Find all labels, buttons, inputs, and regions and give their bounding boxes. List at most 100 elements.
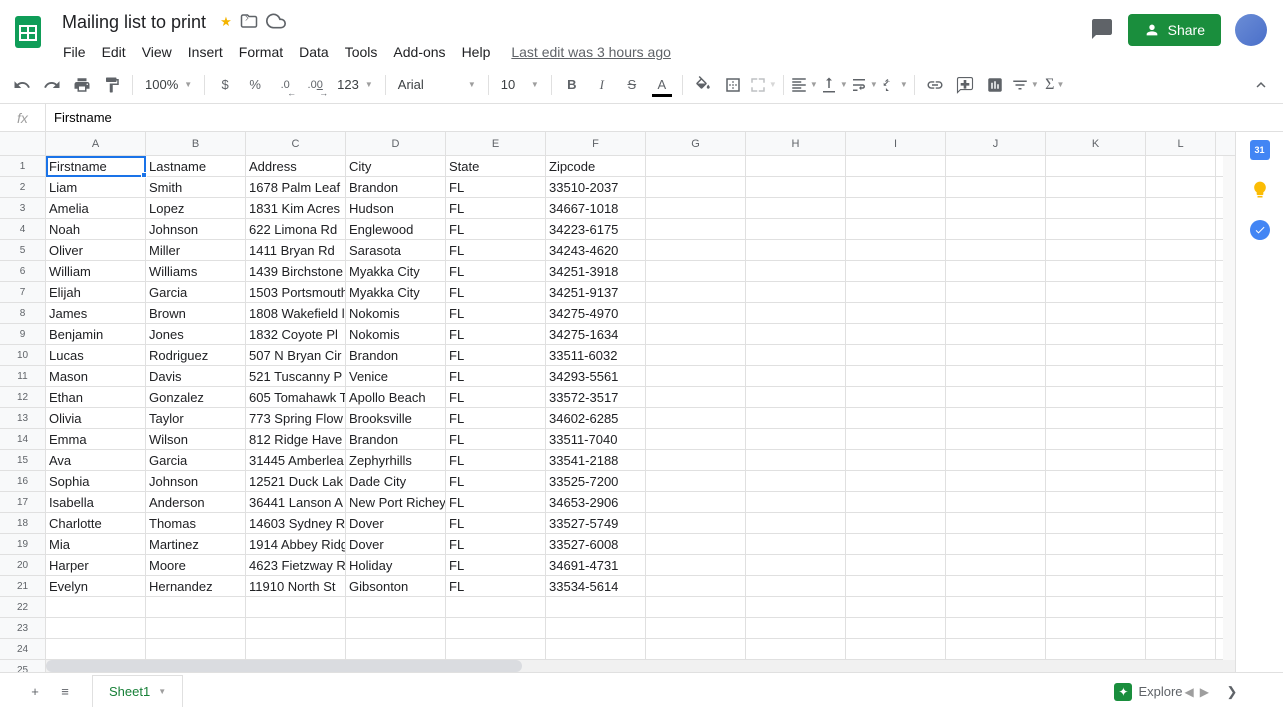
cell[interactable]: Johnson bbox=[146, 219, 246, 239]
cell[interactable]: Charlotte bbox=[46, 513, 146, 533]
cell[interactable]: 33534-5614 bbox=[546, 576, 646, 596]
cell[interactable] bbox=[846, 198, 946, 218]
undo-button[interactable] bbox=[8, 71, 36, 99]
cell[interactable] bbox=[1146, 387, 1216, 407]
cell[interactable]: Englewood bbox=[346, 219, 446, 239]
cell[interactable] bbox=[1146, 261, 1216, 281]
cell[interactable]: 812 Ridge Have bbox=[246, 429, 346, 449]
row-header[interactable]: 3 bbox=[0, 198, 45, 219]
cell[interactable]: 521 Tuscanny P bbox=[246, 366, 346, 386]
cell[interactable]: Oliver bbox=[46, 240, 146, 260]
cell[interactable] bbox=[546, 618, 646, 638]
cell[interactable] bbox=[1146, 177, 1216, 197]
keep-icon[interactable] bbox=[1250, 180, 1270, 200]
cell[interactable] bbox=[646, 597, 746, 617]
row-header[interactable]: 21 bbox=[0, 576, 45, 597]
cell[interactable] bbox=[846, 387, 946, 407]
cell[interactable] bbox=[846, 156, 946, 176]
row-header[interactable]: 8 bbox=[0, 303, 45, 324]
cell[interactable] bbox=[646, 576, 746, 596]
cell[interactable] bbox=[746, 282, 846, 302]
cell[interactable] bbox=[1046, 366, 1146, 386]
cell[interactable]: Brooksville bbox=[346, 408, 446, 428]
sheet-tab-1[interactable]: Sheet1▼ bbox=[92, 675, 183, 707]
cell[interactable]: 34667-1018 bbox=[546, 198, 646, 218]
font-size-dropdown[interactable]: 10▼ bbox=[495, 72, 545, 98]
cell[interactable] bbox=[646, 261, 746, 281]
cell[interactable] bbox=[946, 492, 1046, 512]
borders-button[interactable] bbox=[719, 71, 747, 99]
vertical-scrollbar[interactable] bbox=[1223, 156, 1235, 660]
cell[interactable]: Address bbox=[246, 156, 346, 176]
cell[interactable] bbox=[846, 345, 946, 365]
menu-insert[interactable]: Insert bbox=[181, 40, 230, 64]
cell[interactable] bbox=[946, 408, 1046, 428]
cell[interactable] bbox=[746, 240, 846, 260]
column-header-C[interactable]: C bbox=[246, 132, 346, 155]
cell[interactable] bbox=[1146, 429, 1216, 449]
cell[interactable]: Lucas bbox=[46, 345, 146, 365]
cell[interactable] bbox=[1146, 450, 1216, 470]
cell[interactable]: Moore bbox=[146, 555, 246, 575]
cell[interactable] bbox=[946, 282, 1046, 302]
cell[interactable] bbox=[1046, 618, 1146, 638]
cell[interactable] bbox=[646, 408, 746, 428]
cell[interactable] bbox=[1046, 597, 1146, 617]
cell[interactable] bbox=[1146, 345, 1216, 365]
cell[interactable]: 34275-4970 bbox=[546, 303, 646, 323]
cell[interactable] bbox=[946, 177, 1046, 197]
cell[interactable] bbox=[946, 303, 1046, 323]
cell[interactable] bbox=[746, 156, 846, 176]
cell[interactable] bbox=[746, 513, 846, 533]
column-header-B[interactable]: B bbox=[146, 132, 246, 155]
cell[interactable]: 1808 Wakefield l bbox=[246, 303, 346, 323]
cell[interactable] bbox=[846, 219, 946, 239]
cell[interactable]: 34251-9137 bbox=[546, 282, 646, 302]
functions-button[interactable]: Σ▼ bbox=[1041, 71, 1069, 99]
insert-comment-button[interactable] bbox=[951, 71, 979, 99]
cell[interactable]: Miller bbox=[146, 240, 246, 260]
calendar-icon[interactable]: 31 bbox=[1250, 140, 1270, 160]
cell[interactable]: Lastname bbox=[146, 156, 246, 176]
row-header[interactable]: 16 bbox=[0, 471, 45, 492]
cell[interactable] bbox=[1146, 513, 1216, 533]
cell[interactable] bbox=[746, 492, 846, 512]
row-header[interactable]: 5 bbox=[0, 240, 45, 261]
cell[interactable] bbox=[1146, 408, 1216, 428]
cell[interactable]: FL bbox=[446, 324, 546, 344]
cell[interactable] bbox=[846, 471, 946, 491]
cell[interactable]: Ethan bbox=[46, 387, 146, 407]
cell[interactable] bbox=[746, 303, 846, 323]
cell[interactable] bbox=[846, 492, 946, 512]
cell[interactable] bbox=[646, 639, 746, 659]
menu-edit[interactable]: Edit bbox=[95, 40, 133, 64]
cell[interactable]: Williams bbox=[146, 261, 246, 281]
cell[interactable]: 1914 Abbey Ridg bbox=[246, 534, 346, 554]
cell[interactable]: Gibsonton bbox=[346, 576, 446, 596]
cell[interactable] bbox=[446, 639, 546, 659]
menu-view[interactable]: View bbox=[135, 40, 179, 64]
cell[interactable] bbox=[846, 513, 946, 533]
cell[interactable]: Brandon bbox=[346, 429, 446, 449]
horizontal-scrollbar[interactable] bbox=[46, 660, 1235, 672]
cell[interactable]: FL bbox=[446, 492, 546, 512]
cell[interactable] bbox=[646, 513, 746, 533]
cell[interactable] bbox=[1046, 471, 1146, 491]
tasks-icon[interactable] bbox=[1250, 220, 1270, 240]
move-icon[interactable] bbox=[240, 12, 258, 33]
cell[interactable]: FL bbox=[446, 198, 546, 218]
cell[interactable] bbox=[1046, 555, 1146, 575]
cell[interactable] bbox=[1046, 576, 1146, 596]
cell[interactable] bbox=[746, 366, 846, 386]
row-header[interactable]: 23 bbox=[0, 618, 45, 639]
cell[interactable]: FL bbox=[446, 366, 546, 386]
cell[interactable] bbox=[846, 450, 946, 470]
row-header[interactable]: 6 bbox=[0, 261, 45, 282]
cell[interactable] bbox=[646, 429, 746, 449]
number-format-dropdown[interactable]: 123▼ bbox=[331, 72, 379, 98]
cell[interactable] bbox=[746, 450, 846, 470]
cell[interactable]: Benjamin bbox=[46, 324, 146, 344]
cell[interactable] bbox=[646, 366, 746, 386]
cell[interactable] bbox=[1146, 471, 1216, 491]
cell[interactable] bbox=[1046, 261, 1146, 281]
